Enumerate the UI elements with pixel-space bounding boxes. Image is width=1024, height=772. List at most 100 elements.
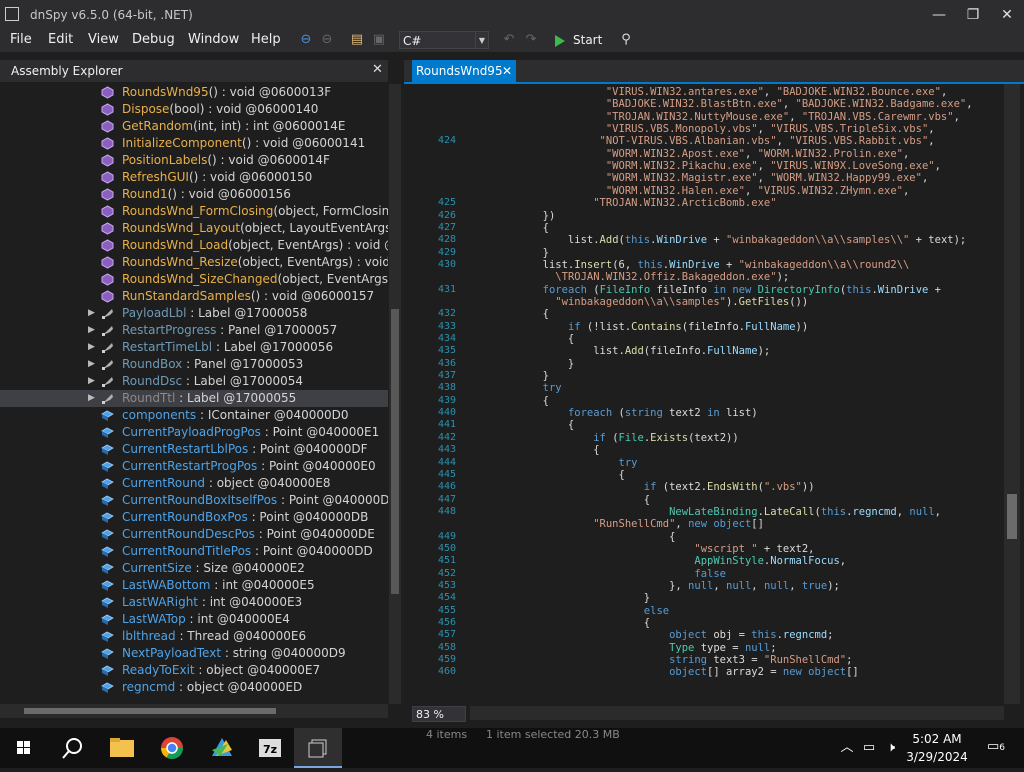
tree-item[interactable]: ▶ RoundBox : Panel @17000053 — [0, 356, 388, 373]
tree-item[interactable]: NextPayloadText : string @040000D9 — [0, 645, 388, 662]
redo-icon[interactable]: ↷ — [522, 31, 540, 49]
menu-view[interactable]: View — [88, 30, 119, 52]
minimize-button[interactable]: — — [922, 0, 956, 30]
tree-item[interactable]: ▶ RoundDsc : Label @17000054 — [0, 373, 388, 390]
expand-icon[interactable]: ▶ — [88, 356, 95, 373]
tree-item[interactable]: ▶ RestartProgress : Panel @17000057 — [0, 322, 388, 339]
tree-item[interactable]: Round1() : void @06000156 — [0, 186, 388, 203]
tree-item[interactable]: RoundsWnd_SizeChanged(object, EventArgs)… — [0, 271, 388, 288]
tree-vertical-scrollbar[interactable] — [389, 84, 401, 704]
chevron-up-icon[interactable]: ︿ — [838, 739, 856, 757]
tree-item[interactable]: CurrentRound : object @040000E8 — [0, 475, 388, 492]
code-line: { — [530, 308, 549, 321]
line-number: 429 — [437, 246, 456, 258]
7zip-icon[interactable]: 7z — [246, 728, 294, 768]
notifications-icon[interactable]: ▭6 — [984, 738, 1008, 756]
save-icon[interactable]: ▣ — [370, 31, 388, 49]
menu-debug[interactable]: Debug — [132, 30, 175, 52]
tree-item[interactable]: CurrentRoundDescPos : Point @040000DE — [0, 526, 388, 543]
editor-vertical-scrollbar[interactable] — [1004, 84, 1020, 704]
code-editor[interactable]: "VIRUS.WIN32.antares.exe", "BADJOKE.WIN3… — [412, 84, 1004, 704]
tree-item[interactable]: ▶ RestartTimeLbl : Label @17000056 — [0, 339, 388, 356]
expand-icon[interactable]: ▶ — [88, 305, 95, 322]
tree-item[interactable]: RoundsWnd_Load(object, EventArgs) : void… — [0, 237, 388, 254]
language-select[interactable]: C# ▼ — [399, 31, 489, 49]
back-icon[interactable]: ⊖ — [297, 31, 315, 49]
tree-item[interactable]: RunStandardSamples() : void @06000157 — [0, 288, 388, 305]
member-signature: () : void @0600014F — [207, 153, 330, 167]
tree-item[interactable]: ReadyToExit : object @040000E7 — [0, 662, 388, 679]
tree-item[interactable]: lblthread : Thread @040000E6 — [0, 628, 388, 645]
search-icon[interactable]: ⚲ — [617, 31, 635, 49]
tree-item[interactable]: regncmd : object @040000ED — [0, 679, 388, 696]
tree-scroll-thumb[interactable] — [391, 309, 399, 594]
editor-horizontal-scrollbar[interactable] — [470, 706, 1004, 720]
undo-icon[interactable]: ↶ — [500, 31, 518, 49]
tree-item[interactable]: CurrentPayloadProgPos : Point @040000E1 — [0, 424, 388, 441]
clock-date: 3/29/2024 — [906, 750, 968, 764]
search-taskbar-icon[interactable] — [48, 728, 96, 768]
line-number: 454 — [437, 592, 456, 604]
tree-item[interactable]: RoundsWnd95() : void @0600013F — [0, 84, 388, 101]
assembly-tree[interactable]: RoundsWnd95() : void @0600013F Dispose(bo… — [0, 84, 388, 704]
zoom-select[interactable]: 83 % — [412, 706, 466, 722]
tree-horizontal-scrollbar[interactable] — [0, 704, 388, 718]
menu-window[interactable]: Window — [188, 30, 239, 52]
tree-item[interactable]: LastWARight : int @040000E3 — [0, 594, 388, 611]
tree-item[interactable]: RoundsWnd_FormClosing(object, FormClosin… — [0, 203, 388, 220]
tree-item[interactable]: RefreshGUI() : void @06000150 — [0, 169, 388, 186]
field-icon — [101, 631, 114, 642]
file-explorer-icon[interactable] — [98, 728, 146, 768]
color-app-icon[interactable] — [198, 728, 246, 768]
close-button[interactable]: ✕ — [990, 0, 1024, 30]
network-icon[interactable]: ▭ — [860, 739, 878, 757]
tree-item[interactable]: LastWATop : int @040000E4 — [0, 611, 388, 628]
close-icon[interactable]: ✕ — [372, 62, 383, 77]
maximize-button[interactable]: ❐ — [956, 0, 990, 30]
menu-file[interactable]: File — [10, 30, 32, 52]
tree-item[interactable]: components : IContainer @040000D0 — [0, 407, 388, 424]
chrome-icon[interactable] — [148, 728, 196, 768]
code-line: }, null, null, null, true); — [530, 580, 840, 592]
start-button[interactable]: Start — [555, 31, 602, 49]
forward-icon[interactable]: ⊖ — [318, 31, 336, 49]
field-icon — [101, 597, 114, 608]
windows-start-icon[interactable] — [0, 728, 48, 768]
menu-help[interactable]: Help — [251, 30, 281, 52]
editor-scroll-thumb[interactable] — [1007, 494, 1017, 539]
member-name: NextPayloadText — [122, 646, 222, 660]
tree-item[interactable]: CurrentRestartProgPos : Point @040000E0 — [0, 458, 388, 475]
expand-icon[interactable]: ▶ — [88, 322, 95, 339]
tree-item[interactable]: CurrentRoundBoxItselfPos : Point @040000… — [0, 492, 388, 509]
code-line: if (!list.Contains(fileInfo.FullName)) — [567, 320, 809, 333]
member-name: CurrentRoundBoxItselfPos — [122, 493, 278, 507]
volume-muted-icon[interactable]: 🕨 — [882, 739, 900, 757]
tree-item[interactable]: CurrentRestartLblPos : Point @040000DF — [0, 441, 388, 458]
tree-item[interactable]: Dispose(bool) : void @06000140 — [0, 101, 388, 118]
tab-close-icon[interactable]: ✕ — [502, 60, 512, 82]
tree-item[interactable]: ▶ RoundTtl : Label @17000055 — [0, 390, 388, 407]
tree-item-label: LastWARight : int @040000E3 — [122, 594, 302, 611]
tree-item[interactable]: CurrentRoundBoxPos : Point @040000DB — [0, 509, 388, 526]
tree-item[interactable]: ▶ PayloadLbl : Label @17000058 — [0, 305, 388, 322]
line-number: 442 — [437, 431, 456, 443]
system-clock[interactable]: 5:02 AM 3/29/2024 — [902, 730, 972, 766]
member-name: PositionLabels — [122, 153, 208, 167]
expand-icon[interactable]: ▶ — [88, 373, 95, 390]
status-selected: 1 item selected 20.3 MB — [486, 728, 620, 741]
tree-item[interactable]: RoundsWnd_Resize(object, EventArgs) : vo… — [0, 254, 388, 271]
menu-edit[interactable]: Edit — [48, 30, 73, 52]
expand-icon[interactable]: ▶ — [88, 390, 95, 407]
tree-item[interactable]: PositionLabels() : void @0600014F — [0, 152, 388, 169]
tree-item[interactable]: RoundsWnd_Layout(object, LayoutEventArgs… — [0, 220, 388, 237]
dnspy-taskbar-icon[interactable] — [294, 728, 342, 768]
tree-item[interactable]: CurrentSize : Size @040000E2 — [0, 560, 388, 577]
tree-hscroll-thumb[interactable] — [24, 708, 276, 714]
tree-item[interactable]: GetRandom(int, int) : int @0600014E — [0, 118, 388, 135]
open-folder-icon[interactable]: ▤ — [348, 31, 366, 49]
expand-icon[interactable]: ▶ — [88, 339, 95, 356]
tree-item[interactable]: LastWABottom : int @040000E5 — [0, 577, 388, 594]
tree-item[interactable]: CurrentRoundTitlePos : Point @040000DD — [0, 543, 388, 560]
tab-roundswnd95[interactable]: RoundsWnd95 ✕ — [412, 60, 516, 82]
tree-item[interactable]: InitializeComponent() : void @06000141 — [0, 135, 388, 152]
